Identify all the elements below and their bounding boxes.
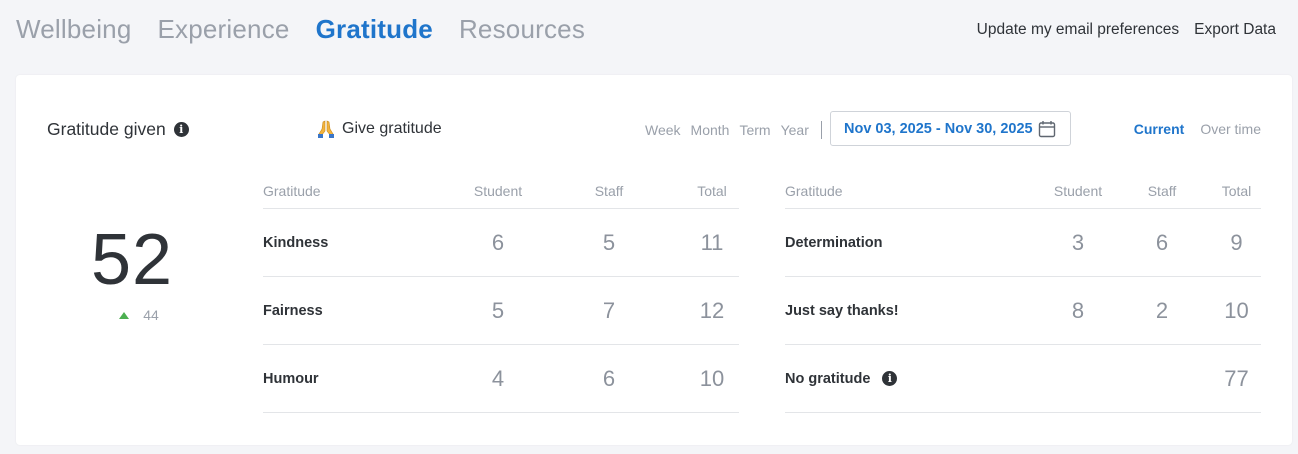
give-gratitude-button[interactable]: Give gratitude — [316, 119, 442, 139]
export-data-link[interactable]: Export Data — [1194, 21, 1276, 39]
row-total: 9 — [1230, 229, 1243, 255]
calendar-icon — [1038, 121, 1056, 138]
row-staff: 6 — [1155, 229, 1169, 255]
up-arrow-icon — [119, 311, 130, 319]
header-student: Student — [473, 183, 523, 199]
table-row: Humour 4 6 10 — [263, 345, 739, 413]
row-staff: 7 — [602, 297, 616, 323]
gratitude-table-right: Gratitude Student Staff Total Determinat… — [785, 183, 1261, 413]
row-total: 10 — [1224, 297, 1249, 323]
row-total: 10 — [699, 365, 725, 391]
row-student: 8 — [1071, 297, 1085, 323]
gratitude-table-left: Gratitude Student Staff Total Kindness 6… — [263, 183, 739, 413]
tab-wellbeing[interactable]: Wellbeing — [16, 14, 132, 45]
give-gratitude-label: Give gratitude — [342, 120, 442, 137]
view-current[interactable]: Current — [1134, 121, 1185, 137]
row-student: 5 — [491, 297, 505, 323]
top-links: Update my email preferences Export Data — [977, 21, 1276, 39]
section-tabs: Wellbeing Experience Gratitude Resources — [16, 14, 585, 45]
header-gratitude: Gratitude — [785, 183, 843, 199]
row-staff: 5 — [602, 229, 616, 255]
period-week[interactable]: Week — [645, 122, 681, 138]
row-name: Kindness — [263, 234, 329, 251]
period-month[interactable]: Month — [691, 122, 730, 138]
gratitude-card: Gratitude given i Give gratitude Week Mo… — [16, 75, 1292, 445]
date-range-value: Nov 03, 2025 - Nov 30, 2025 — [844, 120, 1033, 137]
view-toggle: Current Over time — [1134, 121, 1261, 137]
table-row: No gratitude i 77 — [785, 345, 1261, 413]
period-divider — [820, 121, 822, 139]
table-row: Just say thanks! 8 2 10 — [785, 277, 1261, 345]
tab-experience[interactable]: Experience — [158, 14, 290, 45]
info-icon[interactable]: i — [173, 122, 189, 137]
header-gratitude: Gratitude — [263, 183, 321, 199]
table-row: Kindness 6 5 11 — [263, 209, 739, 277]
card-header: Gratitude given i — [47, 119, 189, 140]
row-student: 4 — [491, 365, 505, 391]
row-name: Determination — [785, 234, 883, 251]
header-staff: Staff — [1147, 183, 1177, 199]
row-name-cell: No gratitude i — [785, 371, 1044, 387]
row-name: No gratitude — [785, 370, 871, 387]
info-icon[interactable]: i — [882, 371, 898, 386]
tab-gratitude[interactable]: Gratitude — [316, 14, 433, 45]
table-header: Gratitude Student Staff Total — [263, 183, 739, 209]
header-total: Total — [697, 183, 727, 199]
row-total: 12 — [699, 297, 725, 323]
header-total: Total — [1221, 183, 1252, 199]
header-student: Student — [1053, 183, 1103, 199]
top-navigation: Wellbeing Experience Gratitude Resources… — [0, 0, 1298, 62]
table-header: Gratitude Student Staff Total — [785, 183, 1261, 209]
period-year[interactable]: Year — [781, 122, 809, 138]
card-title: Gratitude given — [47, 119, 166, 139]
email-preferences-link[interactable]: Update my email preferences — [977, 21, 1179, 39]
table-row: Fairness 5 7 12 — [263, 277, 739, 345]
table-row: Determination 3 6 9 — [785, 209, 1261, 277]
total-gratitude-count: 52 — [90, 220, 174, 300]
tab-resources[interactable]: Resources — [459, 14, 585, 45]
period-selector: Week Month Term Year — [645, 121, 822, 139]
row-student: 6 — [491, 229, 505, 255]
row-name: Humour — [263, 370, 319, 387]
row-staff: 2 — [1155, 297, 1169, 323]
row-name: Fairness — [263, 302, 323, 319]
row-student: 3 — [1071, 229, 1085, 255]
row-total: 77 — [1224, 365, 1249, 391]
row-name: Just say thanks! — [785, 302, 899, 319]
view-over-time[interactable]: Over time — [1200, 121, 1261, 137]
date-range-picker[interactable]: Nov 03, 2025 - Nov 30, 2025 — [830, 111, 1071, 146]
row-staff: 6 — [602, 365, 616, 391]
delta-value: 44 — [143, 307, 159, 323]
row-total: 11 — [700, 229, 724, 255]
header-staff: Staff — [594, 183, 624, 199]
total-delta: 44 — [16, 307, 248, 323]
period-term[interactable]: Term — [739, 122, 770, 138]
praying-hands-icon — [318, 120, 334, 138]
